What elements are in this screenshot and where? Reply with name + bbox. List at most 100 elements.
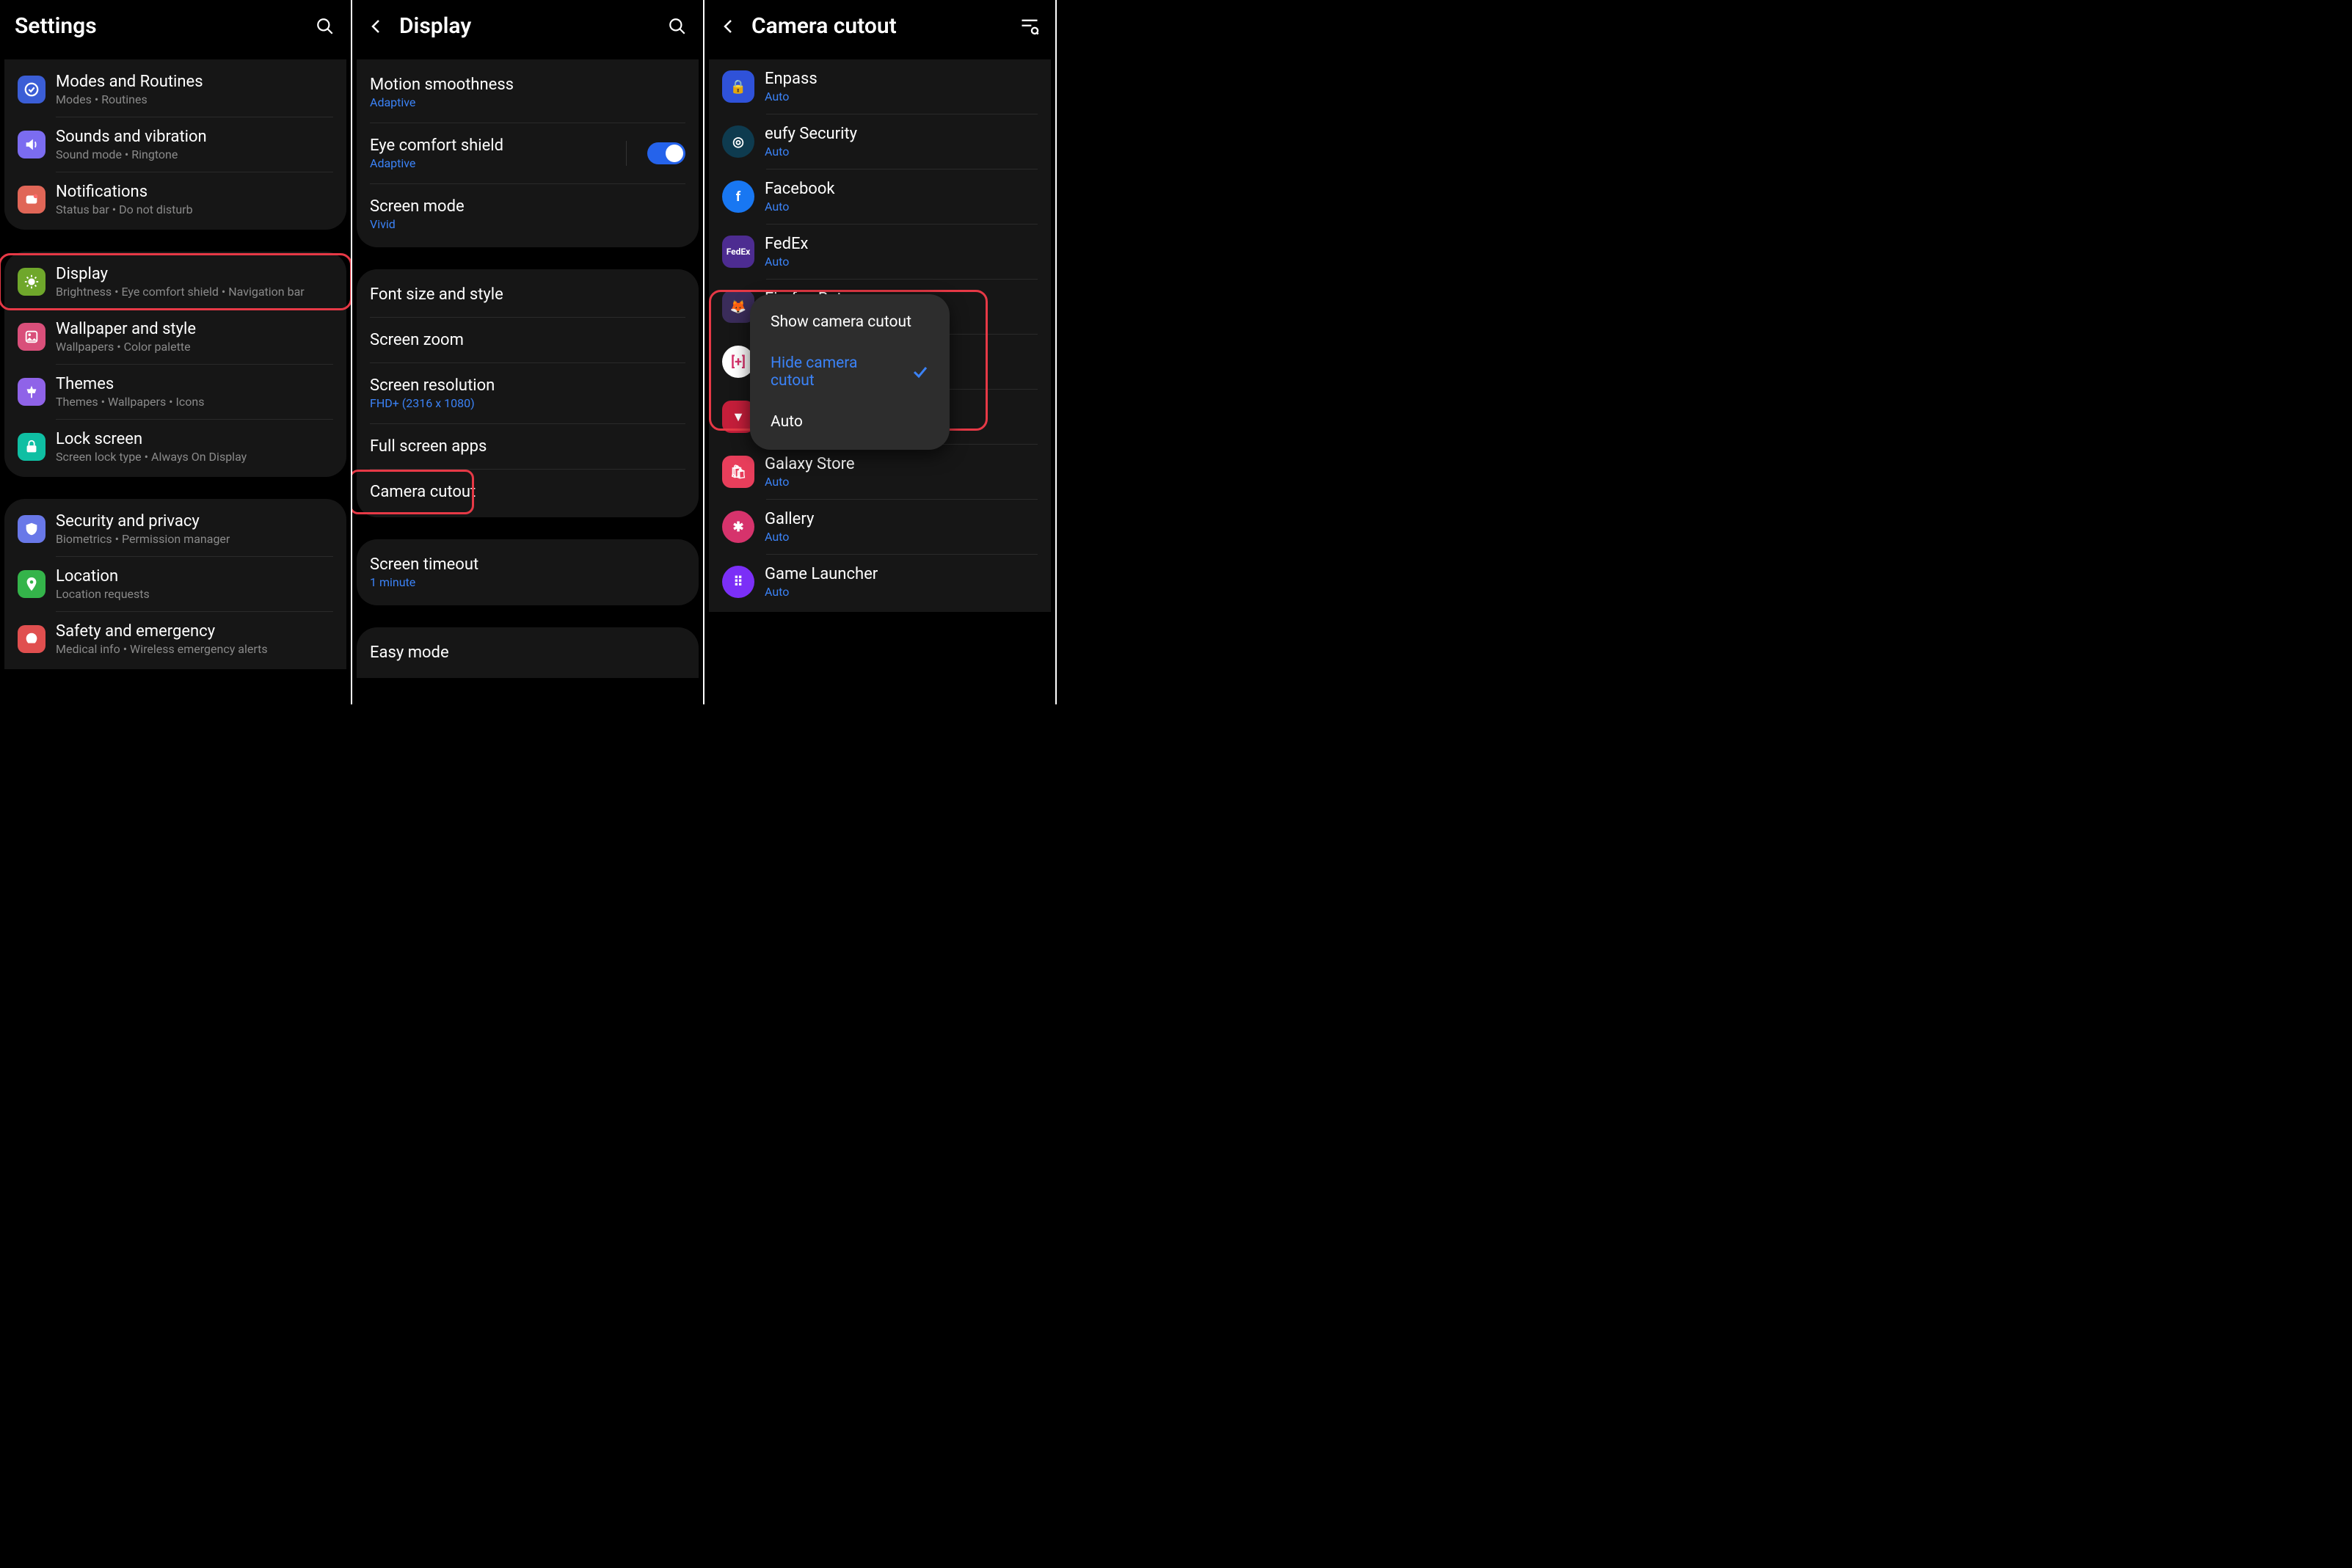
app-item-enpass[interactable]: 🔒 Enpass Auto (709, 59, 1051, 114)
search-icon[interactable] (314, 15, 336, 37)
app-status: Auto (765, 475, 1038, 489)
app-icon: ⠿ (722, 566, 754, 598)
display-item-screen-resolution[interactable]: Screen resolutionFHD+ (2316 x 1080) (357, 363, 699, 423)
search-icon[interactable] (666, 15, 688, 37)
item-subtitle: Screen lock type • Always On Display (56, 450, 333, 464)
settings-item-display[interactable]: DisplayBrightness • Eye comfort shield •… (4, 255, 346, 309)
page-title: Settings (15, 13, 301, 39)
popup-option-label: Auto (771, 413, 929, 431)
popup-option-label: Show camera cutout (771, 313, 929, 331)
item-title: Sounds and vibration (56, 128, 333, 146)
app-status: Auto (765, 200, 1038, 214)
settings-item-safety-and-emergency[interactable]: Safety and emergencyMedical info • Wirel… (4, 612, 346, 666)
item-title: Easy mode (370, 643, 685, 662)
item-title: Themes (56, 375, 333, 393)
lock-icon (18, 433, 45, 461)
settings-item-lock-screen[interactable]: Lock screenScreen lock type • Always On … (4, 420, 346, 474)
item-subtitle: Biometrics • Permission manager (56, 532, 333, 546)
app-name: Gallery (765, 510, 1038, 528)
app-status: Auto (765, 255, 1038, 269)
privacy-icon (18, 515, 45, 543)
display-item-motion-smoothness[interactable]: Motion smoothnessAdaptive (357, 62, 699, 123)
popup-option-show-camera-cutout[interactable]: Show camera cutout (750, 302, 950, 343)
app-name: FedEx (765, 235, 1038, 253)
item-title: Wallpaper and style (56, 320, 333, 338)
item-title: Screen resolution (370, 376, 685, 395)
app-icon: ✱ (722, 511, 754, 543)
settings-item-sounds-and-vibration[interactable]: Sounds and vibrationSound mode • Rington… (4, 117, 346, 172)
item-subtitle: Location requests (56, 587, 333, 601)
item-value: FHD+ (2316 x 1080) (370, 396, 685, 410)
item-title: Motion smoothness (370, 76, 685, 94)
item-value: Vivid (370, 217, 685, 231)
item-title: Location (56, 567, 333, 586)
app-name: Game Launcher (765, 565, 1038, 583)
app-status: Auto (765, 145, 1038, 158)
settings-item-location[interactable]: LocationLocation requests (4, 557, 346, 611)
item-title: Screen timeout (370, 555, 685, 574)
settings-item-security-and-privacy[interactable]: Security and privacy Biometrics • Permiss… (4, 502, 346, 556)
display-header: Display (352, 0, 703, 59)
item-title: Security and privacy (56, 512, 333, 530)
item-title: Full screen apps (370, 437, 685, 456)
item-subtitle: Modes • Routines (56, 92, 333, 106)
display-item-screen-zoom[interactable]: Screen zoom (357, 318, 699, 362)
settings-item-modes-and-routines[interactable]: Modes and RoutinesModes • Routines (4, 62, 346, 117)
item-title: Notifications (56, 183, 333, 201)
item-title: Screen zoom (370, 331, 685, 349)
display-item-font-size-and-style[interactable]: Font size and style (357, 272, 699, 317)
popup-option-auto[interactable]: Auto (750, 401, 950, 442)
app-item-facebook[interactable]: fFacebookAuto (709, 169, 1051, 224)
safety-icon (18, 625, 45, 653)
item-title: Screen mode (370, 197, 685, 216)
item-value: Adaptive (370, 95, 685, 109)
page-title: Display (399, 13, 653, 39)
location-icon (18, 570, 45, 598)
settings-item-themes[interactable]: ThemesThemes • Wallpapers • Icons (4, 365, 346, 419)
camera-cutout-panel: Camera cutout 🔒EnpassAuto◎eufy SecurityA… (704, 0, 1057, 704)
settings-panel: Settings Modes and RoutinesModes • Routi… (0, 0, 352, 704)
settings-item-wallpaper-and-style[interactable]: Wallpaper and style Wallpapers • Color pa… (4, 310, 346, 364)
filter-search-icon[interactable] (1019, 15, 1041, 37)
app-item-eufy-security[interactable]: ◎eufy SecurityAuto (709, 114, 1051, 169)
app-name: Galaxy Store (765, 455, 1038, 473)
display-item-eye-comfort-shield[interactable]: Eye comfort shieldAdaptive (357, 123, 699, 183)
item-subtitle: Wallpapers • Color palette (56, 340, 333, 354)
display-item-screen-mode[interactable]: Screen modeVivid (357, 184, 699, 244)
item-subtitle: Medical info • Wireless emergency alerts (56, 642, 333, 656)
item-title: Eye comfort shield (370, 136, 605, 155)
themes-icon (18, 378, 45, 406)
item-title: Camera cutout (370, 483, 685, 501)
app-name: Enpass (765, 70, 1038, 88)
app-item-game-launcher[interactable]: ⠿ Game Launcher Auto (709, 555, 1051, 609)
item-title: Display (56, 265, 333, 283)
back-icon[interactable] (719, 17, 738, 36)
check-icon (911, 363, 929, 381)
popup-option-label: Hide camera cutout (771, 354, 897, 390)
app-status: Auto (765, 530, 1038, 544)
item-title: Font size and style (370, 285, 685, 304)
popup-option-hide-camera-cutout[interactable]: Hide camera cutout (750, 343, 950, 401)
app-icon: 🛍 (722, 456, 754, 488)
app-name: eufy Security (765, 125, 1038, 143)
back-icon[interactable] (367, 17, 386, 36)
settings-item-notifications[interactable]: NotificationsStatus bar • Do not disturb (4, 172, 346, 227)
item-value: Adaptive (370, 156, 605, 170)
app-icon: 🔒 (722, 70, 754, 103)
display-item-easy-mode[interactable]: Easy mode (357, 630, 699, 675)
app-item-galaxy-store[interactable]: 🛍 Galaxy Store Auto (709, 445, 1051, 499)
display-item-camera-cutout[interactable]: Camera cutout (357, 470, 699, 514)
app-item-fedex[interactable]: FedExFedExAuto (709, 225, 1051, 279)
item-subtitle: Sound mode • Ringtone (56, 147, 333, 161)
app-status: Auto (765, 90, 1038, 103)
display-icon (18, 268, 45, 296)
item-title: Safety and emergency (56, 622, 333, 641)
display-panel: Display Motion smoothnessAdaptiveEye com… (352, 0, 704, 704)
app-item-gallery[interactable]: ✱ Gallery Auto (709, 500, 1051, 554)
display-item-full-screen-apps[interactable]: Full screen apps (357, 424, 699, 469)
display-item-screen-timeout[interactable]: Screen timeout1 minute (357, 542, 699, 602)
item-title: Modes and Routines (56, 73, 333, 91)
wallpaper-icon (18, 323, 45, 351)
toggle-switch[interactable] (647, 142, 685, 164)
app-status: Auto (765, 585, 1038, 599)
